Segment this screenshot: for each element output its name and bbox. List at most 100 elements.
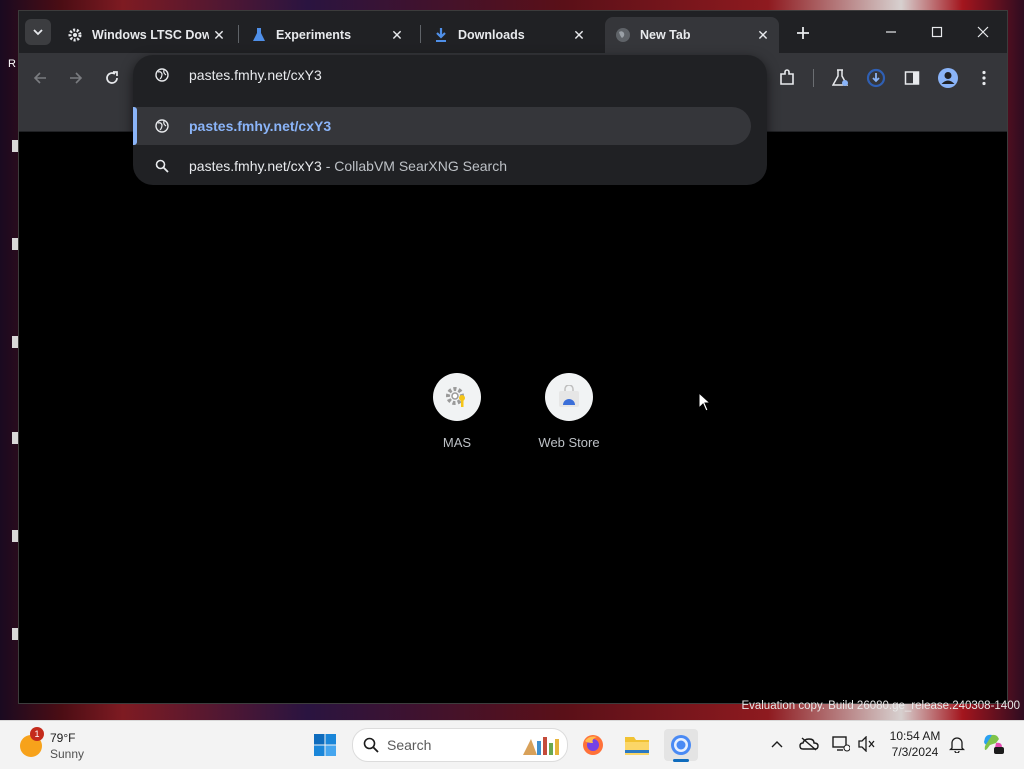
maximize-button[interactable]: [917, 19, 957, 45]
suggestion-text: pastes.fmhy.net/cxY3: [189, 158, 322, 174]
weather-widget[interactable]: 1 79°F Sunny: [18, 727, 108, 763]
browser-window: Windows LTSC Dow ✕ Experiments ✕ Downloa…: [18, 10, 1008, 704]
download-icon: [433, 27, 449, 43]
address-bar-input[interactable]: [189, 65, 589, 85]
notifications-button[interactable]: [946, 733, 968, 755]
tab-strip: Windows LTSC Dow ✕ Experiments ✕ Downloa…: [19, 11, 1007, 53]
cloud-off-icon: [799, 737, 819, 751]
experiments-button[interactable]: [827, 65, 853, 91]
desktop-icon-4[interactable]: [0, 432, 20, 444]
close-window-button[interactable]: [963, 19, 1003, 45]
desktop-icon-5[interactable]: [0, 530, 20, 542]
shortcut-label: Web Store: [538, 435, 600, 450]
tab-experiments[interactable]: Experiments ✕: [241, 17, 413, 53]
volume-muted-icon: [858, 736, 875, 752]
maximize-icon: [931, 26, 943, 38]
plus-icon: [797, 27, 809, 39]
mouse-cursor-icon: [698, 392, 712, 412]
desktop-icon-6[interactable]: [0, 628, 20, 640]
side-panel-button[interactable]: [899, 65, 925, 91]
tab-new-tab[interactable]: New Tab ✕: [605, 17, 779, 53]
weather-temperature: 79°F: [50, 731, 76, 745]
show-hidden-icons[interactable]: [766, 733, 788, 755]
reload-icon: [106, 71, 118, 84]
web-store-icon: [545, 373, 593, 421]
gear-key-icon: [433, 373, 481, 421]
start-button[interactable]: [308, 729, 342, 761]
download-progress-icon: [866, 68, 886, 88]
back-button[interactable]: [27, 65, 53, 91]
tab-title: Downloads: [458, 28, 525, 42]
tab-windows-ltsc[interactable]: Windows LTSC Dow ✕: [57, 17, 235, 53]
tab-downloads[interactable]: Downloads ✕: [423, 17, 595, 53]
folder-icon: [625, 737, 649, 755]
network-tray[interactable]: [830, 733, 852, 755]
forward-button[interactable]: [63, 65, 89, 91]
close-icon[interactable]: ✕: [209, 25, 229, 45]
omnibox-suggestion-search[interactable]: pastes.fmhy.net/cxY3 - CollabVM SearXNG …: [133, 147, 751, 185]
onedrive-tray[interactable]: [798, 733, 820, 755]
flask-icon: [832, 69, 848, 86]
active-indicator: [673, 759, 689, 762]
volume-tray[interactable]: [856, 733, 878, 755]
bell-icon: [949, 737, 965, 753]
copilot-icon: [984, 734, 1004, 754]
close-icon[interactable]: ✕: [387, 25, 407, 45]
weather-condition: Sunny: [50, 747, 85, 761]
globe-icon: [615, 27, 631, 43]
extensions-button[interactable]: [774, 65, 800, 91]
menu-button[interactable]: [971, 65, 997, 91]
tab-title: New Tab: [640, 28, 691, 42]
downloads-button[interactable]: [863, 65, 889, 91]
flask-icon: [251, 27, 267, 43]
taskbar: 1 79°F Sunny Search 10:54 AM 7/3/2024: [0, 720, 1024, 769]
chevron-up-icon: [771, 741, 783, 748]
profile-button[interactable]: [935, 65, 961, 91]
clock-date: 7/3/2024: [891, 745, 939, 759]
clock-time: 10:54 AM: [889, 729, 941, 743]
reload-button[interactable]: [99, 65, 125, 91]
minimize-icon: [886, 31, 896, 33]
network-icon: [832, 736, 850, 752]
windows-logo-icon: [314, 734, 336, 756]
close-icon: [977, 26, 989, 38]
new-tab-button[interactable]: [791, 21, 815, 45]
shortcut-web-store[interactable]: Web Store: [529, 373, 609, 450]
taskbar-search-box[interactable]: Search: [352, 728, 568, 762]
tab-search-button[interactable]: [25, 19, 51, 45]
copilot-button[interactable]: [980, 733, 1006, 755]
globe-icon: [153, 66, 171, 84]
omnibox-dropdown: pastes.fmhy.net/cxY3 pastes.fmhy.net/cxY…: [133, 55, 767, 185]
desktop-icon-2[interactable]: [0, 238, 20, 250]
desktop-icon-3[interactable]: [0, 336, 20, 348]
close-icon[interactable]: ✕: [753, 25, 773, 45]
minimize-button[interactable]: [871, 19, 911, 45]
search-highlight-icon: [523, 737, 559, 755]
tab-title: Windows LTSC Dow: [92, 28, 209, 42]
side-panel-icon: [904, 71, 920, 85]
search-icon: [153, 157, 171, 175]
taskbar-file-explorer[interactable]: [620, 729, 654, 761]
close-icon[interactable]: ✕: [569, 25, 589, 45]
selection-indicator: [133, 107, 137, 145]
suggestion-detail: - CollabVM SearXNG Search: [325, 158, 507, 174]
shortcut-mas[interactable]: MAS: [417, 373, 497, 450]
desktop-icon-1[interactable]: [0, 140, 20, 152]
arrow-left-icon: [33, 72, 46, 84]
omnibox-suggestion-url[interactable]: pastes.fmhy.net/cxY3: [133, 107, 751, 145]
puzzle-icon: [780, 69, 794, 85]
tab-separator: [420, 25, 421, 43]
firefox-icon: [583, 735, 603, 755]
toolbar-separator: [813, 69, 814, 87]
taskbar-firefox[interactable]: [576, 729, 610, 761]
kebab-menu-icon: [982, 70, 986, 86]
system-clock[interactable]: 10:54 AM 7/3/2024: [884, 728, 946, 760]
taskbar-search-label: Search: [387, 737, 432, 753]
arrow-right-icon: [70, 72, 83, 84]
desktop-icon-recycle[interactable]: R: [0, 58, 18, 70]
globe-icon: [153, 117, 171, 135]
tab-title: Experiments: [276, 28, 352, 42]
search-icon: [363, 737, 379, 753]
gear-icon: [67, 27, 83, 43]
taskbar-chrome[interactable]: [664, 729, 698, 762]
